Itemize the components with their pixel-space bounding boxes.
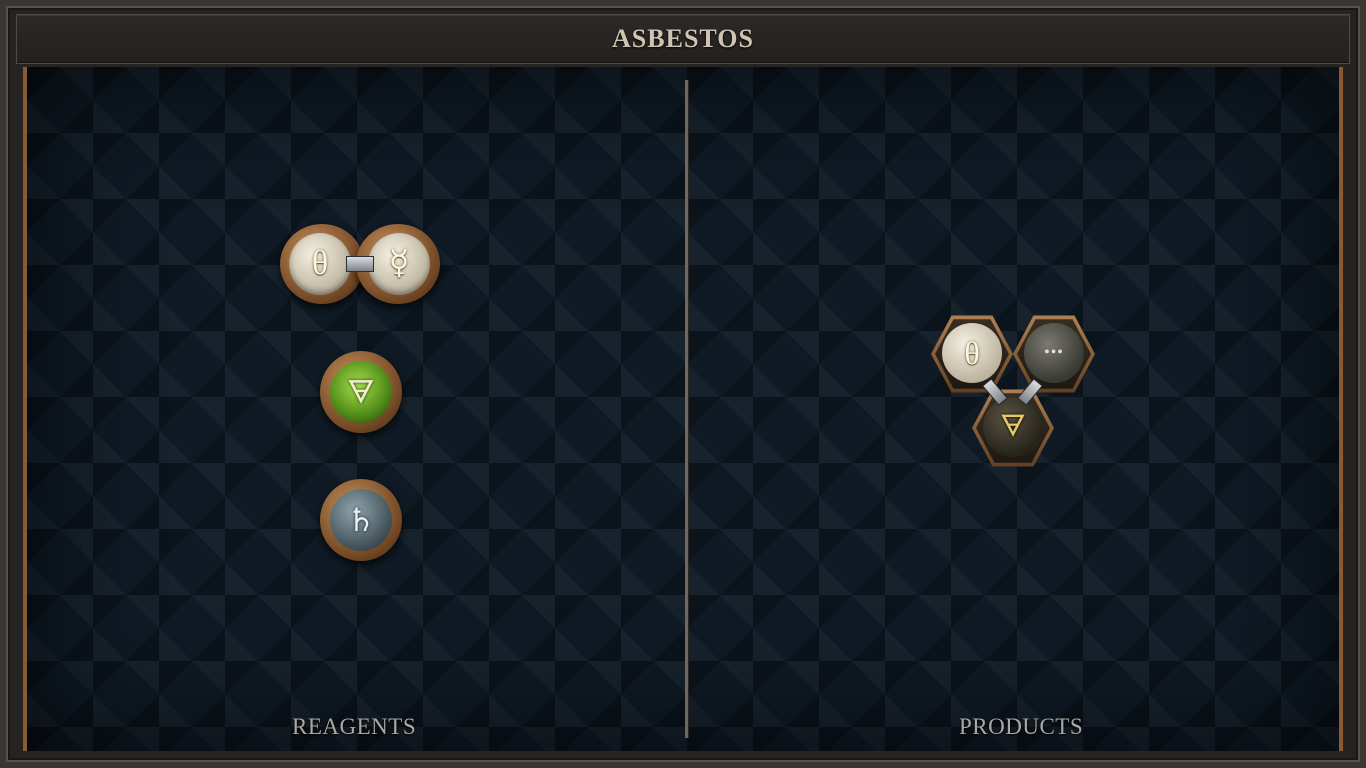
- reagent-molecule-lead[interactable]: ♄: [320, 479, 402, 561]
- panel-divider: [685, 80, 688, 738]
- ellipsis-icon: •••: [1044, 344, 1064, 361]
- products-label: PRODUCTS: [959, 714, 1084, 739]
- reagents-label: REAGENTS: [292, 714, 417, 739]
- lead-atom[interactable]: ♄: [330, 489, 392, 551]
- bond-connector: [346, 256, 374, 272]
- title-bar: ASBESTOS: [16, 14, 1350, 64]
- puzzle-title: ASBESTOS: [612, 24, 754, 53]
- salt-atom[interactable]: θ: [289, 233, 351, 295]
- salt-icon: θ: [311, 245, 329, 282]
- lead-icon: ♄: [346, 502, 376, 538]
- product-salt-atom[interactable]: θ: [942, 323, 1002, 383]
- earth-icon: 🜃: [347, 374, 375, 410]
- earth-atom[interactable]: 🜃: [330, 361, 392, 423]
- product-unknown-atom[interactable]: •••: [1024, 323, 1084, 383]
- earth-icon: 🜃: [999, 410, 1027, 443]
- puzzle-board: θ ☿ 🜃 ♄ REAGENTS θ ••• 🜃 PRODUCTS: [23, 67, 1343, 751]
- product-earth-atom[interactable]: 🜃: [983, 397, 1043, 457]
- salt-icon: θ: [964, 335, 980, 371]
- reagent-molecule-earth[interactable]: 🜃: [320, 351, 402, 433]
- quicksilver-icon: ☿: [388, 245, 410, 282]
- quicksilver-atom[interactable]: ☿: [368, 233, 430, 295]
- product-molecule[interactable]: θ ••• 🜃: [927, 307, 1097, 477]
- reagent-molecule-salt-quicksilver[interactable]: θ ☿: [280, 224, 440, 308]
